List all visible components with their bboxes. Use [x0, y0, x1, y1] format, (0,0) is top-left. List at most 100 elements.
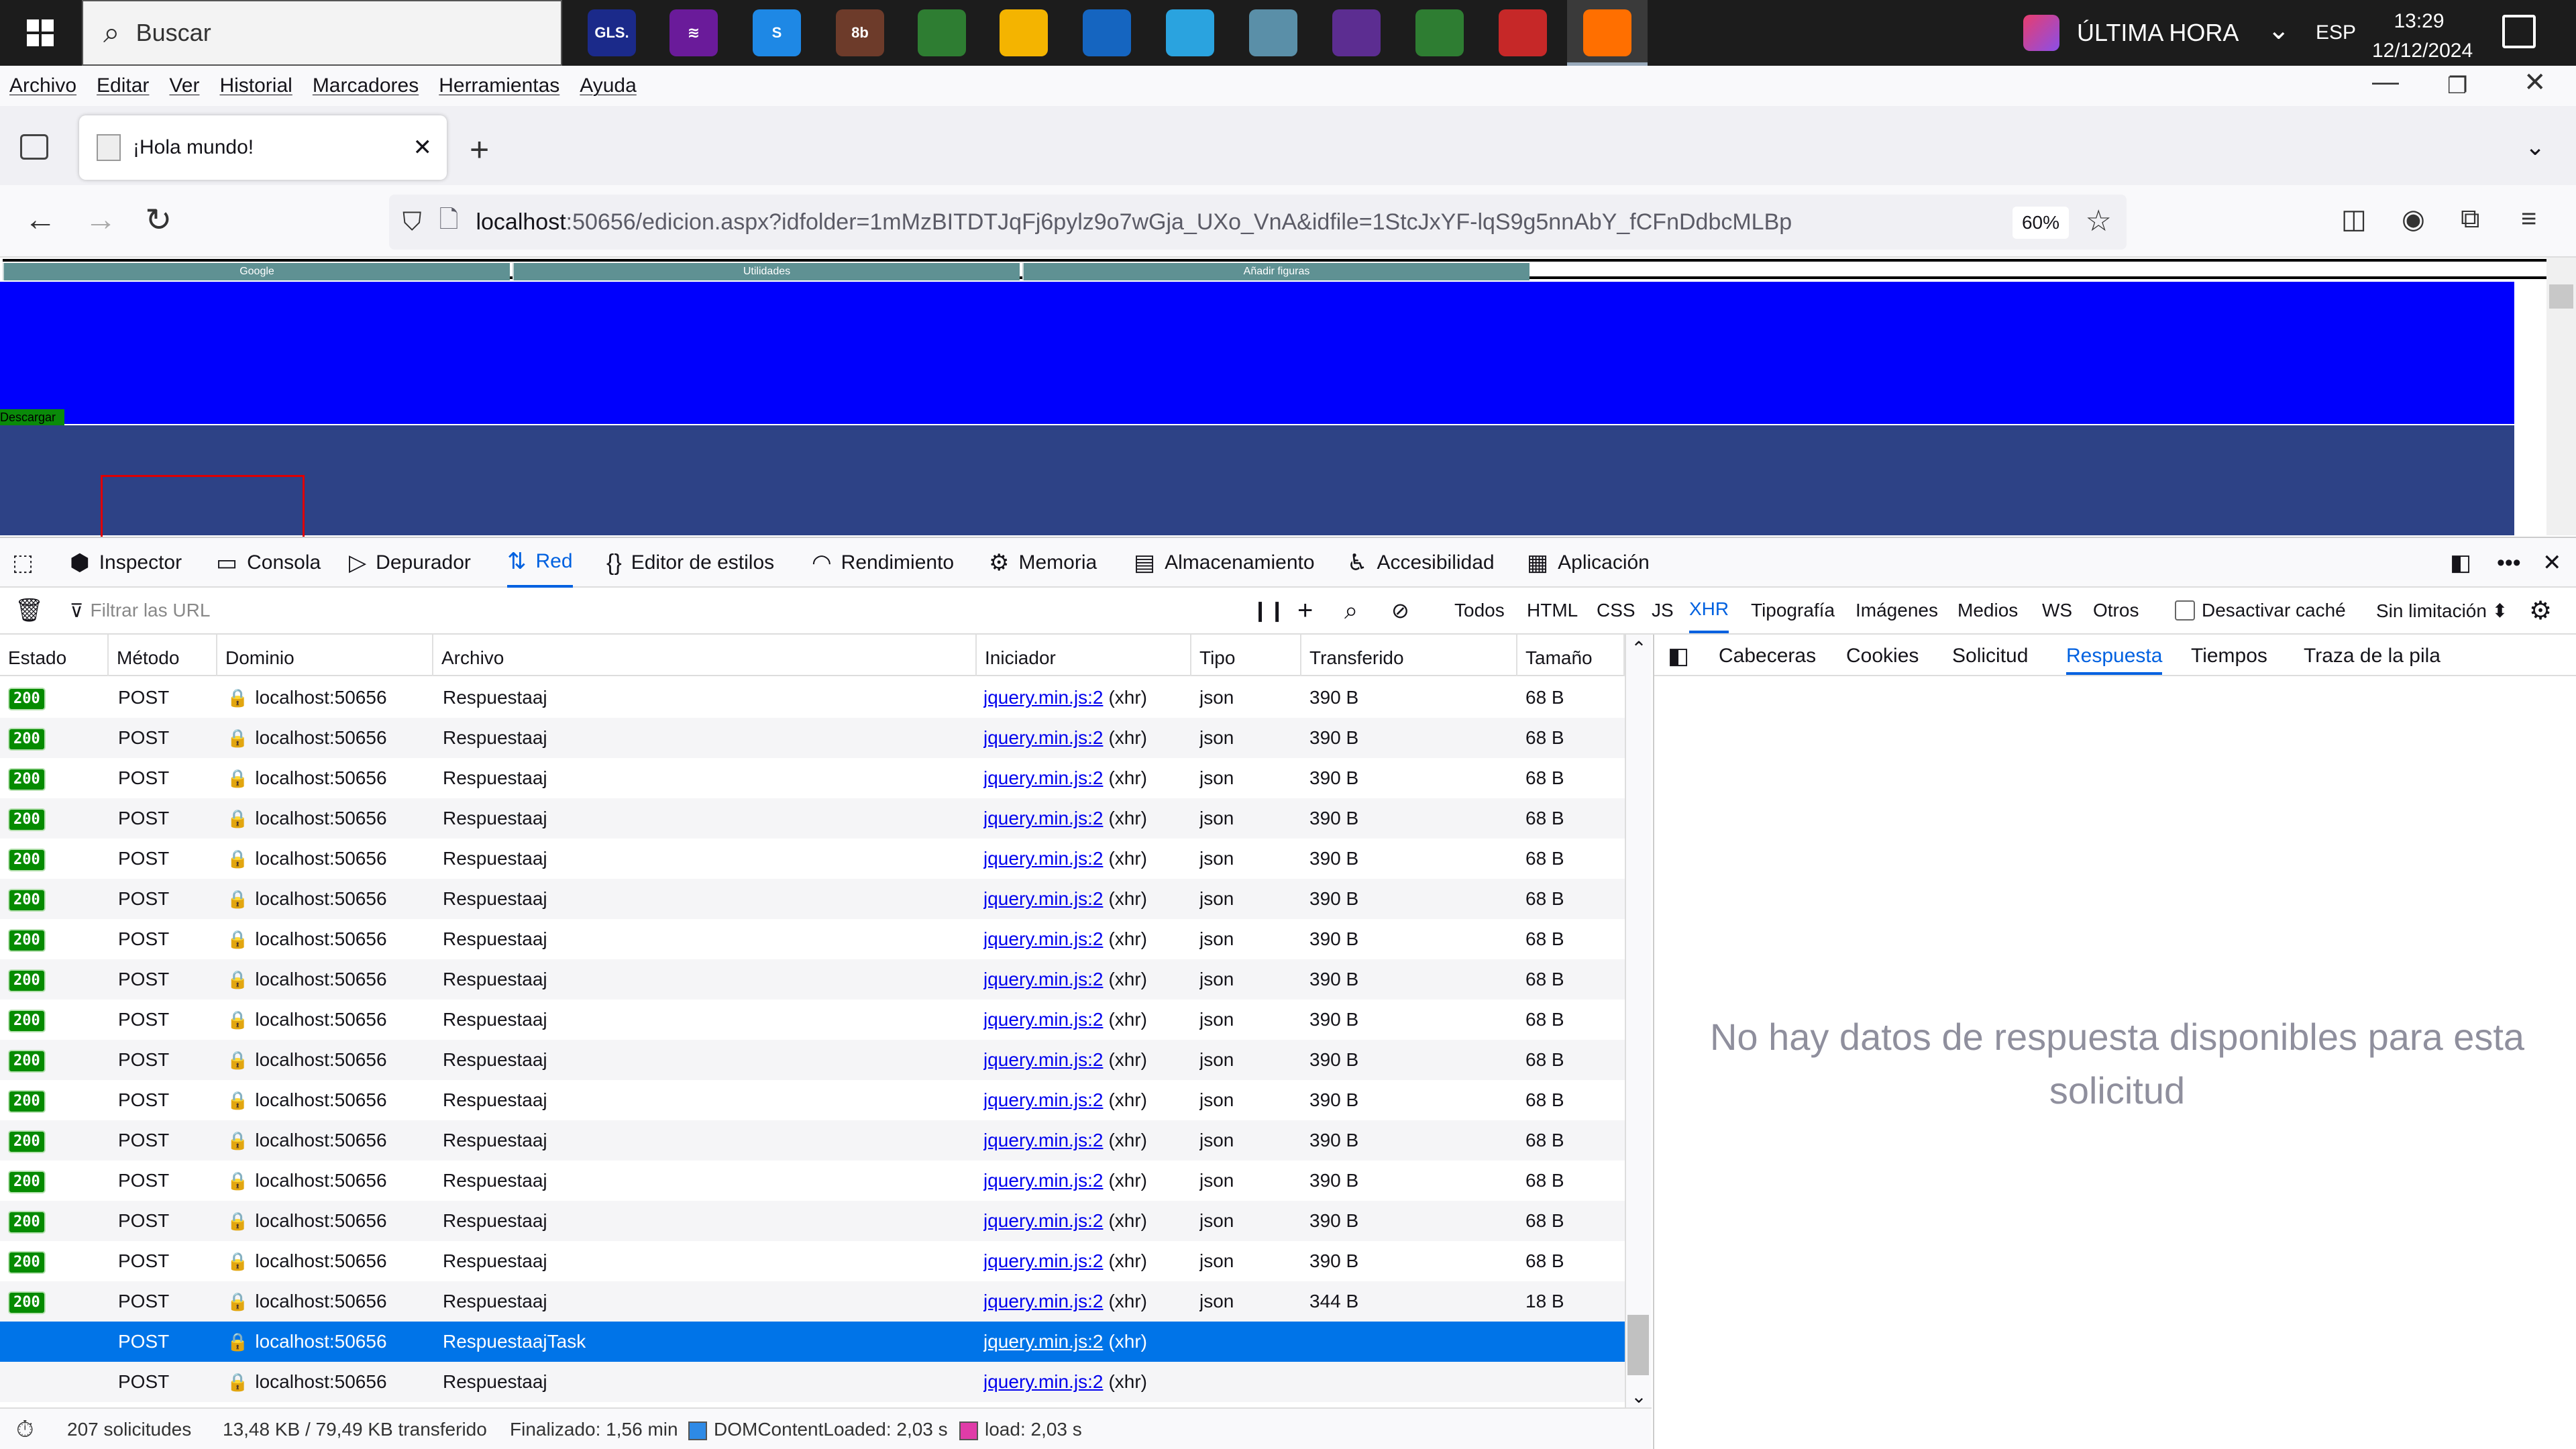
cell-init[interactable]: jquery.min.js:2 (xhr): [983, 1241, 1147, 1281]
tab-tiempos[interactable]: Tiempos: [2191, 635, 2267, 675]
initiator-link[interactable]: jquery.min.js:2: [983, 1331, 1103, 1352]
close-window-icon[interactable]: ✕: [2524, 67, 2546, 98]
chrome-app-icon[interactable]: [918, 9, 966, 56]
filter-tipografia[interactable]: Tipografía: [1751, 588, 1835, 633]
cell-init[interactable]: jquery.min.js:2 (xhr): [983, 678, 1147, 718]
trash-icon[interactable]: 🗑: [15, 588, 44, 633]
tab-consola[interactable]: ▭ Consola: [216, 538, 321, 588]
table-row[interactable]: 200 POST 🔒 localhost:50656 Respuestaaj jquery…: [0, 1040, 1625, 1080]
requests-scrollbar-thumb[interactable]: [1627, 1315, 1649, 1375]
requests-scrollbar[interactable]: ⌃ ⌄: [1625, 635, 1652, 1407]
start-button[interactable]: [0, 0, 80, 66]
tab-traza-pila[interactable]: Traza de la pila: [2304, 635, 2440, 675]
menu-marcadores[interactable]: Marcadores: [313, 74, 419, 97]
initiator-link[interactable]: jquery.min.js:2: [983, 1210, 1103, 1231]
initiator-link[interactable]: jquery.min.js:2: [983, 1170, 1103, 1191]
pocket-icon[interactable]: ◫: [2341, 204, 2367, 235]
tab-accesibilidad[interactable]: ♿ Accesibilidad: [1347, 538, 1495, 588]
url-bar[interactable]: ⛉ 🗋 localhost:50656/edicion.aspx?idfolde…: [389, 195, 2127, 250]
col-dominio[interactable]: Dominio: [217, 635, 433, 676]
menu-historial[interactable]: Historial: [219, 74, 292, 97]
menu-editar[interactable]: Editar: [97, 74, 149, 97]
cell-init[interactable]: jquery.min.js:2 (xhr): [983, 959, 1147, 1000]
app-tab-anadir-figuras[interactable]: Añadir figuras: [1022, 263, 1529, 280]
initiator-link[interactable]: jquery.min.js:2: [983, 1291, 1103, 1311]
cell-init[interactable]: jquery.min.js:2 (xhr): [983, 718, 1147, 758]
filter-ws[interactable]: WS: [2042, 588, 2072, 633]
table-row[interactable]: 200 POST 🔒 localhost:50656 Respuestaaj jquery…: [0, 1281, 1625, 1322]
extensions-icon[interactable]: ⧉: [2461, 204, 2480, 234]
taskbar-search[interactable]: ⌕ Buscar: [82, 0, 562, 66]
col-transferido[interactable]: Transferido: [1301, 635, 1517, 676]
table-row[interactable]: 200 POST 🔒 localhost:50656 Respuestaaj jquery…: [0, 879, 1625, 919]
tab-depurador[interactable]: ▷ Depurador: [349, 538, 471, 588]
thunderbird-app-icon[interactable]: [1083, 9, 1131, 56]
new-tab-icon[interactable]: +: [470, 130, 489, 169]
table-row[interactable]: 200 POST 🔒 localhost:50656 Respuestaaj jquery…: [0, 1000, 1625, 1040]
tab-memoria[interactable]: ⚙ Memoria: [989, 538, 1097, 588]
table-row[interactable]: 200 POST 🔒 localhost:50656 Respuestaaj jquery…: [0, 959, 1625, 1000]
tab-list-icon[interactable]: [20, 134, 48, 160]
clock[interactable]: 13:29 12/12/2024: [2372, 7, 2473, 66]
filter-css[interactable]: CSS: [1597, 588, 1635, 633]
shield-icon[interactable]: ⛉: [402, 208, 422, 237]
cell-init[interactable]: jquery.min.js:2 (xhr): [983, 919, 1147, 959]
col-iniciador[interactable]: Iniciador: [977, 635, 1191, 676]
tab-almacenamiento[interactable]: ▤ Almacenamiento: [1134, 538, 1315, 588]
drawing-canvas[interactable]: [0, 425, 2514, 535]
restore-icon[interactable]: ❐: [2447, 72, 2467, 99]
table-row[interactable]: 200 POST 🔒 localhost:50656 Respuestaaj jquery…: [0, 839, 1625, 879]
browser-tab[interactable]: ¡Hola mundo! ✕: [79, 115, 447, 180]
initiator-link[interactable]: jquery.min.js:2: [983, 848, 1103, 869]
col-estado[interactable]: Estado: [0, 635, 109, 676]
chrome-profile2-app-icon[interactable]: [1499, 9, 1547, 56]
download-button[interactable]: Descargar: [0, 409, 64, 425]
initiator-link[interactable]: jquery.min.js:2: [983, 1130, 1103, 1150]
block-icon[interactable]: ⊘: [1391, 588, 1409, 633]
telegram-app-icon[interactable]: [1166, 9, 1214, 56]
col-tamano[interactable]: Tamaño: [1517, 635, 1625, 676]
news-widget[interactable]: ÚLTIMA HORA: [2023, 12, 2239, 54]
tab-respuesta[interactable]: Respuesta: [2066, 635, 2163, 675]
page-scrollbar-thumb[interactable]: [2549, 284, 2573, 309]
app-tab-utilidades[interactable]: Utilidades: [513, 263, 1020, 280]
cell-init[interactable]: jquery.min.js:2 (xhr): [983, 1120, 1147, 1161]
hamburger-menu-icon[interactable]: ≡: [2521, 204, 2536, 234]
col-metodo[interactable]: Método: [109, 635, 217, 676]
initiator-link[interactable]: jquery.min.js:2: [983, 727, 1103, 748]
minimize-icon[interactable]: —: [2372, 67, 2399, 97]
timer-icon[interactable]: ⏱: [16, 1409, 34, 1449]
cell-init[interactable]: jquery.min.js:2 (xhr): [983, 798, 1147, 839]
filter-medios[interactable]: Medios: [1957, 588, 2018, 633]
cell-init[interactable]: jquery.min.js:2 (xhr): [983, 1201, 1147, 1241]
chevron-down-icon[interactable]: ⌄: [2525, 133, 2545, 161]
filter-todos[interactable]: Todos: [1454, 588, 1505, 633]
language-indicator[interactable]: ESP: [2316, 21, 2356, 44]
filter-imagenes[interactable]: Imágenes: [1856, 588, 1938, 633]
table-row[interactable]: 200 POST 🔒 localhost:50656 Respuestaaj jquery…: [0, 1080, 1625, 1120]
page-info-icon[interactable]: 🗋: [439, 202, 459, 243]
cell-init[interactable]: jquery.min.js:2 (xhr): [983, 758, 1147, 798]
search-icon[interactable]: ⌕: [1344, 588, 1358, 633]
table-row[interactable]: 200 POST 🔒 localhost:50656 Respuestaaj jquery…: [0, 1241, 1625, 1281]
tab-rendimiento[interactable]: ◠ Rendimiento: [812, 538, 954, 588]
initiator-link[interactable]: jquery.min.js:2: [983, 969, 1103, 989]
back-icon[interactable]: ←: [24, 201, 56, 238]
tab-cabeceras[interactable]: Cabeceras: [1719, 635, 1816, 675]
table-row[interactable]: POST 🔒 localhost:50656 RespuestaajTask jquer…: [0, 1322, 1625, 1362]
cell-init[interactable]: jquery.min.js:2 (xhr): [983, 1040, 1147, 1080]
initiator-link[interactable]: jquery.min.js:2: [983, 767, 1103, 788]
bookmark-star-icon[interactable]: ☆: [2086, 204, 2112, 238]
initiator-link[interactable]: jquery.min.js:2: [983, 1049, 1103, 1070]
initiator-link[interactable]: jquery.min.js:2: [983, 928, 1103, 949]
cell-init[interactable]: jquery.min.js:2 (xhr): [983, 1000, 1147, 1040]
add-icon[interactable]: +: [1297, 588, 1313, 633]
toolbox-app-icon[interactable]: 8b: [836, 9, 884, 56]
table-row[interactable]: 200 POST 🔒 localhost:50656 Respuestaaj jquery…: [0, 798, 1625, 839]
table-row[interactable]: 200 POST 🔒 localhost:50656 Respuestaaj jquery…: [0, 1201, 1625, 1241]
red-rectangle-shape[interactable]: [101, 475, 305, 542]
table-row[interactable]: POST 🔒 localhost:50656 Respuestaaj jquery.mi…: [0, 1362, 1625, 1402]
cell-init[interactable]: jquery.min.js:2 (xhr): [983, 1281, 1147, 1322]
filter-xhr[interactable]: XHR: [1689, 588, 1729, 633]
cell-init[interactable]: jquery.min.js:2 (xhr): [983, 1322, 1147, 1362]
